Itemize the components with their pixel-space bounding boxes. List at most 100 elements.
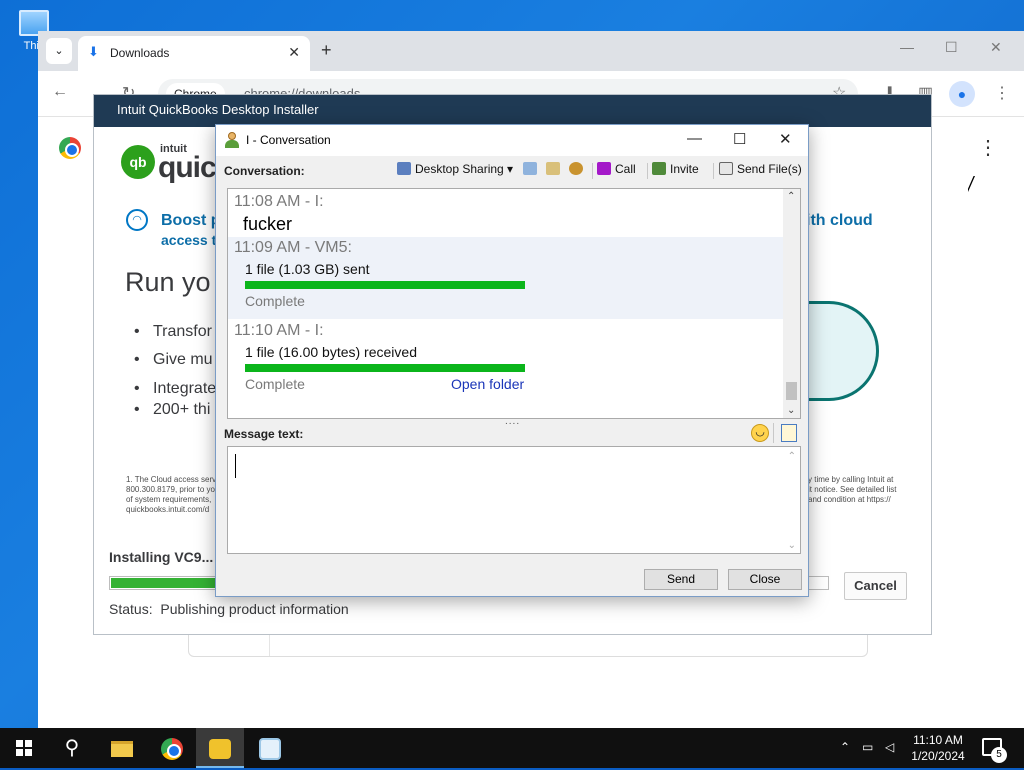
headset-icon: ◠ xyxy=(126,209,148,231)
chat-message: 11:08 AM - I: fucker xyxy=(228,189,783,237)
installer-icon xyxy=(259,737,281,760)
bullet-item: Integrate xyxy=(134,380,216,398)
file-explorer-button[interactable] xyxy=(98,728,146,768)
maximize-icon[interactable]: ☐ xyxy=(733,130,746,148)
close-window-icon[interactable]: ✕ xyxy=(990,39,1002,56)
tab-strip: ⌄ ⬇ Downloads ✕ + — ☐ ✕ xyxy=(38,31,1024,71)
scroll-up-icon[interactable]: ⌃ xyxy=(787,191,795,202)
new-tab-button[interactable]: + xyxy=(321,40,332,61)
transfer-icon[interactable] xyxy=(546,162,564,176)
toolbar-separator xyxy=(647,163,648,179)
tab-downloads[interactable]: ⬇ Downloads ✕ xyxy=(78,36,310,71)
downloads-page-menu-icon[interactable]: ⋮ xyxy=(978,135,998,160)
message-header: 11:09 AM - VM5: xyxy=(234,239,352,256)
text-caret xyxy=(235,454,236,478)
close-tab-icon[interactable]: ✕ xyxy=(288,44,300,61)
send-button[interactable]: Send xyxy=(644,569,718,590)
chrome-logo-icon xyxy=(59,137,81,159)
video-camera-icon xyxy=(597,162,611,175)
footnote-left: 1. The Cloud access serv 800.300.8179, p… xyxy=(126,475,217,514)
chat-icon xyxy=(209,738,231,759)
minimize-icon[interactable]: — xyxy=(687,130,702,147)
download-icon: ⬇ xyxy=(88,44,99,59)
message-header: 11:08 AM - I: xyxy=(234,193,324,210)
message-header: 11:10 AM - I: xyxy=(234,322,324,339)
status-value: Publishing product information xyxy=(160,601,349,617)
edit-note-icon[interactable] xyxy=(781,424,797,442)
message-input[interactable]: ⌃ ⌄ xyxy=(227,446,801,554)
file-transfer-message: 11:09 AM - VM5: 1 file (1.03 GB) sent Co… xyxy=(228,237,783,319)
send-files-button[interactable]: Send File(s) xyxy=(719,162,802,176)
back-icon[interactable]: ← xyxy=(52,83,68,101)
boost-heading-right: ith cloud xyxy=(806,212,873,229)
folder-icon xyxy=(111,740,133,757)
message-text: fucker xyxy=(243,214,293,234)
chat-taskbar-button[interactable] xyxy=(196,728,244,768)
chrome-menu-icon[interactable]: ⋮ xyxy=(994,83,1010,103)
tray-overflow-icon[interactable]: ⌃ xyxy=(840,740,850,754)
file-transfer-line: 1 file (16.00 bytes) received xyxy=(245,344,417,360)
network-icon[interactable]: ▭ xyxy=(862,740,873,754)
boost-heading-line1: Boost p xyxy=(161,212,221,229)
chrome-taskbar-button[interactable] xyxy=(148,728,196,768)
notification-count-badge: 5 xyxy=(991,747,1007,763)
installing-label: Installing VC9... xyxy=(109,549,214,565)
search-button[interactable]: ⚲ xyxy=(48,728,96,768)
profile-avatar-icon[interactable]: ● xyxy=(949,81,975,107)
invite-button[interactable]: Invite xyxy=(652,162,699,176)
installer-taskbar-button[interactable] xyxy=(246,728,294,768)
file-transfer-line: 1 file (1.03 GB) sent xyxy=(245,261,370,277)
desktop-sharing-button[interactable]: Desktop Sharing ▾ xyxy=(397,162,513,176)
pane-splitter[interactable]: .... xyxy=(505,416,520,427)
conversation-history[interactable]: 11:08 AM - I: fucker 11:09 AM - VM5: 1 f… xyxy=(227,188,801,419)
cancel-button[interactable]: Cancel xyxy=(844,572,907,600)
conversation-title-bar: I - Conversation — ☐ ✕ xyxy=(216,125,808,156)
minimize-icon[interactable]: — xyxy=(900,39,914,55)
tab-search-button[interactable]: ⌄ xyxy=(46,38,72,64)
install-status: Status: Publishing product information xyxy=(109,601,349,617)
bullet-item: Give mu xyxy=(134,351,213,369)
conversation-title: I - Conversation xyxy=(246,133,331,147)
boost-heading-line2: access t xyxy=(161,232,217,248)
cloud-illustration-icon xyxy=(799,301,879,401)
call-button[interactable]: Call xyxy=(597,162,636,176)
transfer-progress-bar xyxy=(245,364,525,372)
toolbar-separator xyxy=(773,423,774,443)
transfer-progress-bar xyxy=(245,281,525,289)
maximize-icon[interactable]: ☐ xyxy=(945,39,958,56)
mouse-cursor-icon xyxy=(967,175,974,191)
toolbar-separator xyxy=(592,163,593,179)
tab-title: Downloads xyxy=(110,46,170,60)
scrollbar-thumb[interactable] xyxy=(786,382,797,400)
installer-heading: Run yo xyxy=(125,267,211,297)
clock-time: 11:10 AM xyxy=(913,733,963,747)
conversation-window: I - Conversation — ☐ ✕ Conversation: Des… xyxy=(215,124,809,597)
notes-icon[interactable] xyxy=(523,162,541,176)
open-folder-link[interactable]: Open folder xyxy=(451,376,524,392)
close-icon[interactable]: ✕ xyxy=(779,130,792,148)
desktop-sharing-icon xyxy=(397,162,411,175)
start-button[interactable] xyxy=(0,728,48,768)
message-text-label: Message text: xyxy=(224,427,304,441)
history-scrollbar[interactable]: ⌃ ⌄ xyxy=(783,189,800,418)
send-file-icon xyxy=(719,162,733,175)
file-transfer-message: 11:10 AM - I: 1 file (16.00 bytes) recei… xyxy=(228,319,783,401)
emoticon-icon[interactable]: ◡ xyxy=(751,424,769,442)
installer-title-bar: Intuit QuickBooks Desktop Installer xyxy=(94,95,931,127)
taskbar: ⚲ ⌃ ▭ ◁ 11:10 AM 1/20/2024 5 xyxy=(0,728,1024,768)
toolbar-separator xyxy=(713,163,714,179)
close-button[interactable]: Close xyxy=(728,569,802,590)
conversation-label: Conversation: xyxy=(224,164,305,178)
scroll-down-icon[interactable]: ⌄ xyxy=(787,405,795,416)
search-icon: ⚲ xyxy=(64,737,80,759)
scroll-down-icon[interactable]: ⌄ xyxy=(788,540,796,551)
clock-date: 1/20/2024 xyxy=(911,749,965,763)
scroll-up-icon[interactable]: ⌃ xyxy=(788,451,796,462)
user-icon xyxy=(225,132,239,148)
settings-gear-icon[interactable] xyxy=(569,162,587,176)
footnote-right: y time by calling Intuit at it notice. S… xyxy=(808,475,897,504)
transfer-status: Complete xyxy=(245,376,305,392)
chrome-icon xyxy=(161,737,183,760)
volume-muted-icon[interactable]: ◁ xyxy=(885,740,894,754)
system-clock[interactable]: 11:10 AM 1/20/2024 xyxy=(906,732,970,764)
